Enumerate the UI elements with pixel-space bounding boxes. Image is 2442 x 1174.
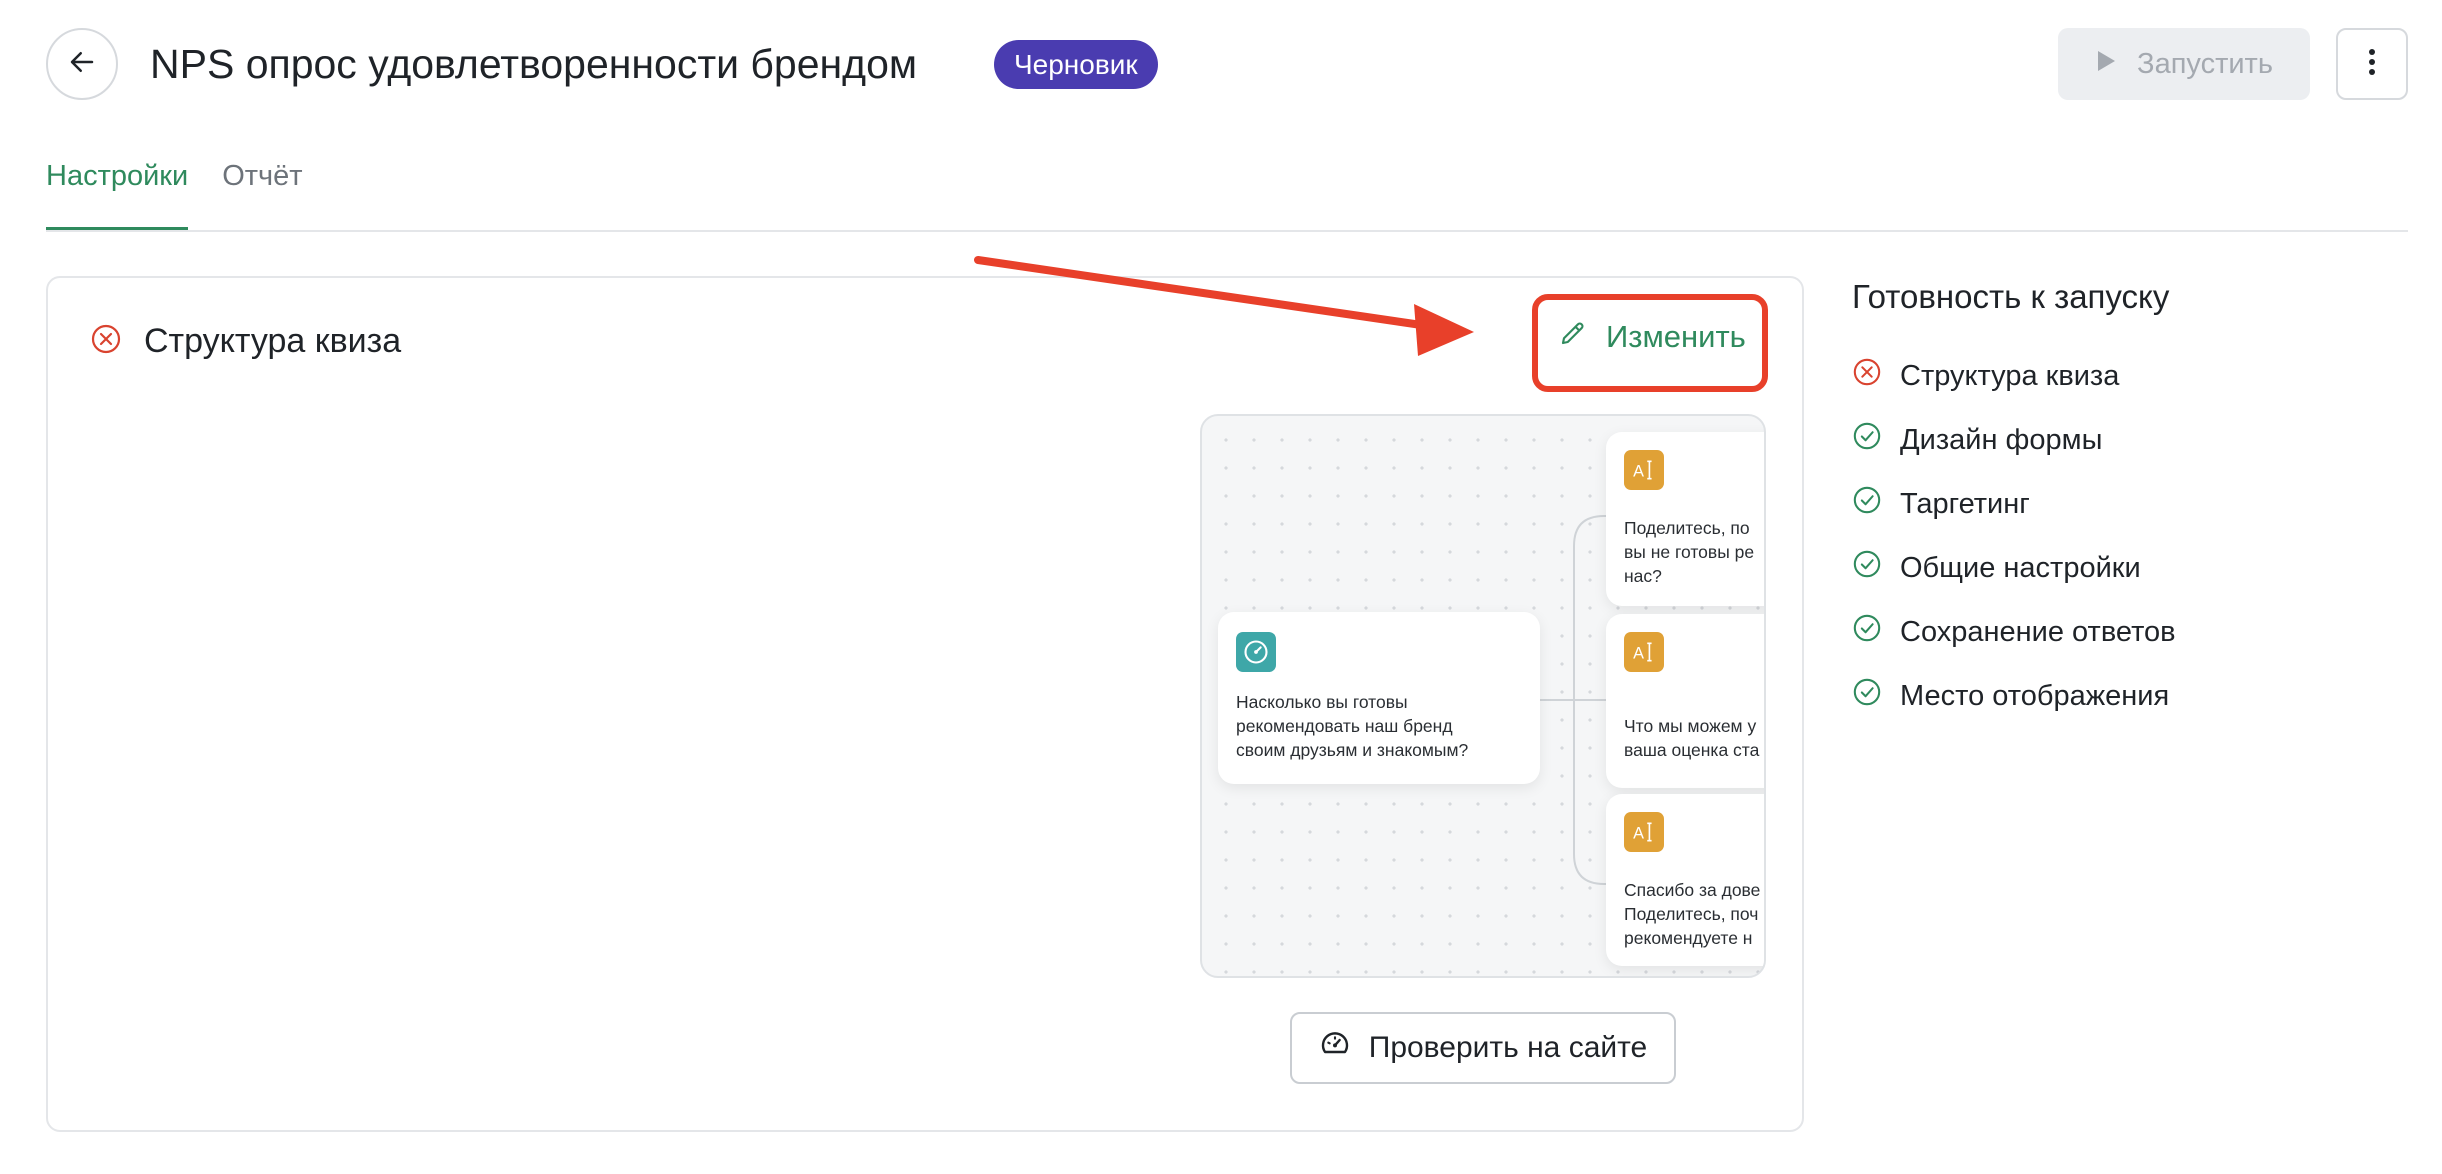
branch-node-1-text: Поделитесь, по вы не готовы ре нас? <box>1624 518 1755 586</box>
speedometer-icon <box>1319 1028 1351 1068</box>
check-on-site-label: Проверить на сайте <box>1368 1031 1648 1064</box>
arrow-left-icon <box>67 47 97 82</box>
text-input-icon: A <box>1624 812 1664 852</box>
branch-node-3-text: Спасибо за дове Поделитесь, поч рекоменд… <box>1624 880 1761 948</box>
kebab-menu-icon <box>2368 47 2376 82</box>
text-input-icon: A <box>1624 632 1664 672</box>
page-title: NPS опрос удовлетворенности брендом <box>150 41 918 87</box>
play-icon <box>2095 48 2117 81</box>
check-circle-icon <box>1852 421 1882 459</box>
check-circle-icon <box>1852 613 1882 651</box>
readiness-item-label: Структура квиза <box>1900 359 2120 392</box>
tabs: Настройки Отчёт <box>46 160 303 230</box>
readiness-item-label: Место отображения <box>1900 679 2170 712</box>
check-on-site-button[interactable]: Проверить на сайте <box>1290 1012 1676 1084</box>
back-button[interactable] <box>46 28 118 100</box>
check-circle-icon <box>1852 677 1882 715</box>
gauge-icon <box>1236 632 1276 672</box>
root-question-node[interactable]: Насколько вы готовы рекомендовать наш бр… <box>1218 612 1540 784</box>
tabs-divider <box>46 230 2408 232</box>
readiness-title: Готовность к запуску <box>1852 278 2170 315</box>
branch-node-1[interactable]: A Поделитесь, по вы не готовы ре нас? <box>1606 432 1764 606</box>
root-node-text: Насколько вы готовы рекомендовать наш бр… <box>1236 692 1469 760</box>
error-circle-icon <box>1852 357 1882 395</box>
readiness-item-form-design[interactable]: Дизайн формы <box>1852 408 2176 472</box>
launch-button-label: Запустить <box>2137 47 2273 80</box>
readiness-item-general-settings[interactable]: Общие настройки <box>1852 536 2176 600</box>
branch-node-3[interactable]: A Спасибо за дове Поделитесь, поч рекоме… <box>1606 794 1764 966</box>
tab-report[interactable]: Отчёт <box>222 160 302 230</box>
text-input-icon: A <box>1624 450 1664 490</box>
readiness-item-label: Дизайн формы <box>1900 423 2103 456</box>
check-circle-icon <box>1852 549 1882 587</box>
readiness-item-quiz-structure[interactable]: Структура квиза <box>1852 344 2176 408</box>
readiness-panel: Готовность к запуску Структура квиза Диз… <box>1852 278 2176 728</box>
svg-text:A: A <box>1633 645 1644 663</box>
edit-button[interactable]: Изменить <box>1558 318 1746 356</box>
branch-node-2[interactable]: A Что мы можем у ваша оценка ста <box>1606 614 1764 788</box>
svg-text:A: A <box>1633 825 1644 843</box>
readiness-item-display-location[interactable]: Место отображения <box>1852 664 2176 728</box>
card-title: Структура квиза <box>144 322 402 360</box>
readiness-list: Структура квиза Дизайн формы Таргетинг О… <box>1852 344 2176 728</box>
check-circle-icon <box>1852 485 1882 523</box>
readiness-item-label: Таргетинг <box>1900 487 2030 520</box>
quiz-flow-preview[interactable]: Насколько вы готовы рекомендовать наш бр… <box>1200 414 1766 978</box>
readiness-item-label: Сохранение ответов <box>1900 615 2176 648</box>
launch-button[interactable]: Запустить <box>2058 28 2310 100</box>
status-badge: Черновик <box>994 40 1158 89</box>
tab-settings[interactable]: Настройки <box>46 160 189 230</box>
pencil-icon <box>1558 318 1588 356</box>
error-circle-icon <box>90 323 122 360</box>
card-header: Структура квиза <box>90 322 401 361</box>
readiness-item-label: Общие настройки <box>1900 551 2141 584</box>
more-options-button[interactable] <box>2336 28 2408 100</box>
edit-button-label: Изменить <box>1606 319 1746 354</box>
branch-node-2-text: Что мы можем у ваша оценка ста <box>1624 716 1760 760</box>
readiness-item-response-saving[interactable]: Сохранение ответов <box>1852 600 2176 664</box>
quiz-structure-card: Структура квиза Изменить Насколько вы го… <box>46 276 1804 1132</box>
svg-text:A: A <box>1633 463 1644 481</box>
readiness-item-targeting[interactable]: Таргетинг <box>1852 472 2176 536</box>
